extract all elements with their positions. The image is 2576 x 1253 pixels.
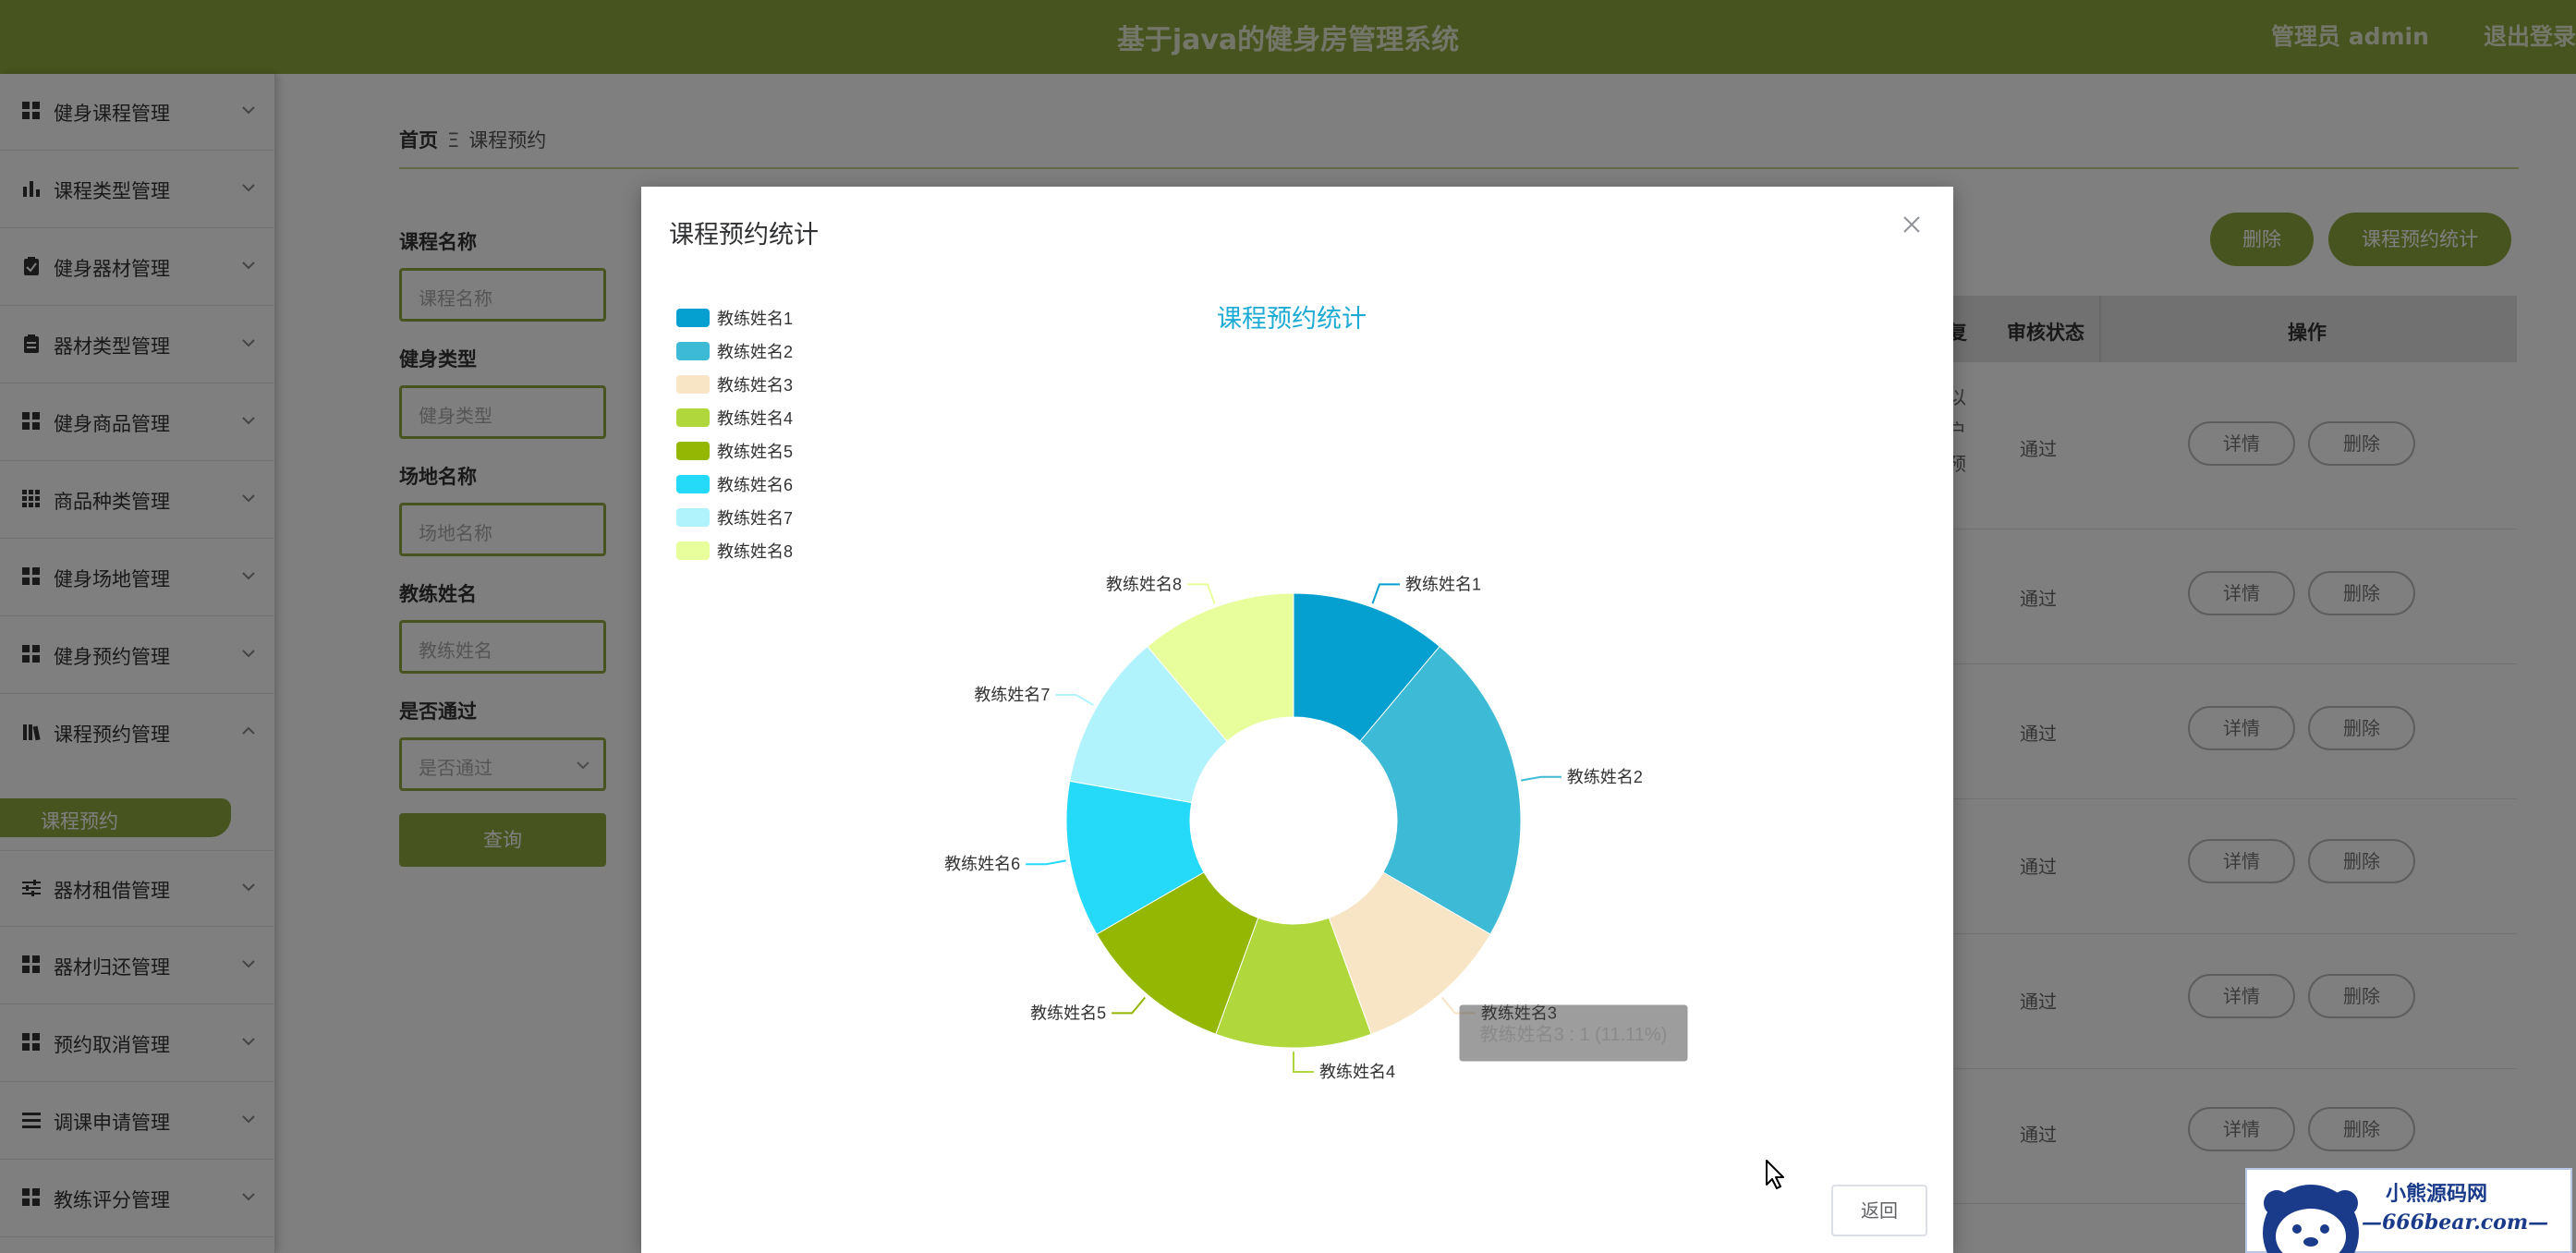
legend-swatch — [676, 408, 710, 427]
legend-label: 教练姓名3 — [717, 376, 793, 395]
legend-swatch — [676, 342, 710, 360]
stats-modal: 课程预约统计 课程预约统计 教练姓名1 教练姓名2 教练姓名3 教练姓名4 教练姓名5 教练… — [641, 187, 1953, 1253]
return-button[interactable]: 返回 — [1831, 1185, 1927, 1236]
booking-pie-chart: 课程预约统计教练姓名1教练姓名2教练姓名3教练姓名4教练姓名5教练姓名6教练姓名… — [676, 305, 1688, 1081]
slice-leader-line — [1186, 583, 1216, 604]
watermark-logo: 小熊源码网 —666bear.com— — [2245, 1168, 2572, 1253]
slice-label: 教练姓名5 — [1030, 1004, 1106, 1022]
legend-label: 教练姓名5 — [717, 443, 793, 461]
slice-label: 教练姓名4 — [1319, 1063, 1395, 1081]
slice-label: 教练姓名8 — [1106, 575, 1182, 593]
slice-leader-line — [1026, 859, 1066, 866]
legend-label: 教练姓名6 — [717, 476, 793, 494]
legend-swatch — [676, 508, 710, 527]
legend-swatch — [676, 541, 710, 560]
slice-label: 教练姓名2 — [1567, 768, 1643, 786]
legend-swatch — [676, 442, 710, 460]
legend-swatch — [676, 375, 710, 394]
slice-leader-line — [1371, 583, 1401, 604]
legend-label: 教练姓名2 — [717, 343, 793, 361]
watermark-line2: —666bear.com— — [2362, 1210, 2549, 1235]
slice-leader-line — [1055, 694, 1094, 706]
watermark-line1: 小熊源码网 — [2386, 1182, 2488, 1206]
chart-title: 课程预约统计 — [1217, 305, 1367, 333]
legend-swatch — [676, 309, 710, 327]
mouse-cursor-icon — [1766, 1160, 1784, 1189]
legend-label: 教练姓名1 — [717, 310, 793, 328]
slice-leader-line — [1521, 775, 1561, 782]
slice-leader-line — [1112, 996, 1147, 1015]
legend-label: 教练姓名8 — [717, 542, 793, 561]
bear-logo-icon — [2263, 1185, 2359, 1253]
slice-label: 教练姓名1 — [1405, 575, 1481, 593]
legend-label: 教练姓名7 — [717, 509, 793, 528]
slice-label: 教练姓名7 — [974, 686, 1050, 704]
slice-leader-line — [1293, 1052, 1314, 1073]
legend-swatch — [676, 475, 710, 493]
slice-label: 教练姓名6 — [944, 855, 1020, 873]
chart-tooltip-text: 教练姓名3 : 1 (11.11%) — [1480, 1024, 1668, 1045]
legend-label: 教练姓名4 — [717, 409, 793, 428]
